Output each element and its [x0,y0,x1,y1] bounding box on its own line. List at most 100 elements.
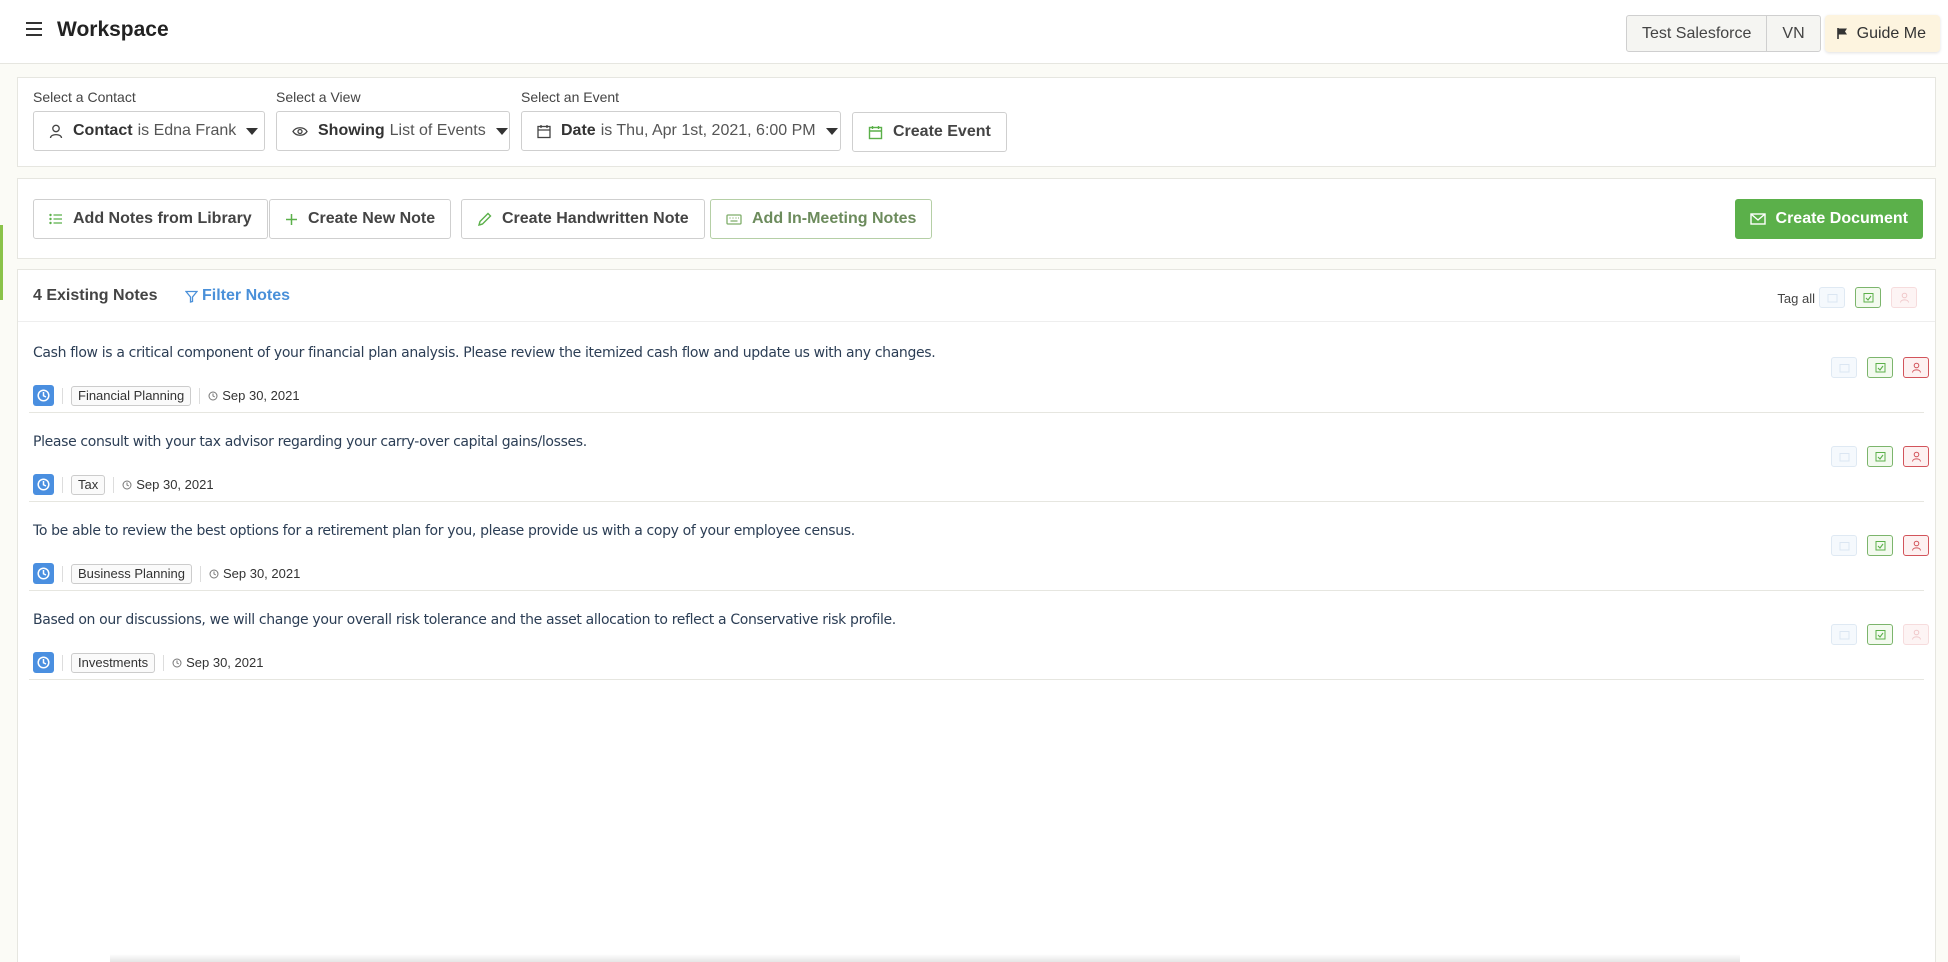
note-date-value: Sep 30, 2021 [222,566,301,581]
calendar-icon [537,124,551,138]
divider [199,387,201,404]
divider [199,565,201,582]
account-button-group: Test Salesforce VN [1626,15,1821,52]
add-in-meeting-notes-button[interactable]: Add In-Meeting Notes [710,199,933,239]
create-event-button[interactable]: Create Event [852,112,1007,152]
note-date: Sep 30, 2021 [209,566,300,581]
divider [113,476,115,493]
user-initials-button[interactable]: VN [1766,16,1819,51]
note-text: Based on our discussions, we will change… [33,612,896,628]
add-notes-from-library-label: Add Notes from Library [73,210,252,227]
guide-me-button[interactable]: Guide Me [1824,15,1940,52]
note-category-tag: Tax [71,474,106,495]
time-icon [209,569,219,578]
flag-icon [1836,28,1847,39]
notes-header: 4 Existing Notes Filter Notes Tag all [18,270,1935,322]
crm-button[interactable]: Test Salesforce [1627,16,1766,51]
chevron-down-icon [246,127,259,135]
note-blue-tag-button[interactable] [1831,535,1857,556]
note-blue-tag-button[interactable] [1831,446,1857,467]
funnel-icon [185,290,198,303]
note-meta: Financial Planning Sep 30, 2021 [33,385,300,406]
user-icon [1899,292,1909,303]
divider [62,476,63,493]
create-new-note-button[interactable]: Create New Note [269,199,452,239]
left-accent-bar [0,225,3,300]
view-selector-label: Select a View [276,89,361,105]
note-person-tag-button[interactable] [1903,446,1929,467]
divider [62,654,63,671]
list-icon [49,213,62,225]
create-document-button[interactable]: Create Document [1734,199,1923,239]
notes-count: 4 Existing Notes [33,287,158,304]
chevron-down-icon [825,127,838,135]
note-row[interactable]: Cash flow is a critical component of you… [29,324,1929,413]
clock-icon [33,563,54,584]
note-person-tag-button[interactable] [1903,357,1929,378]
filter-notes-link[interactable]: Filter Notes [185,287,290,305]
time-icon [208,391,218,400]
note-green-tag-button[interactable] [1867,624,1893,645]
pen-icon [477,212,492,226]
create-document-label: Create Document [1775,210,1908,227]
plus-icon [286,213,297,225]
eye-icon [292,126,308,136]
note-row[interactable]: Based on our discussions, we will change… [29,591,1929,680]
clock-icon [33,474,54,495]
note-green-tag-button[interactable] [1867,446,1893,467]
event-selector: Select an Event Date is Thu, Apr 1st, 20… [521,89,841,151]
event-selector-label: Select an Event [521,89,620,105]
note-date-value: Sep 30, 2021 [222,388,300,403]
event-key: Date [561,122,596,139]
note-date-value: Sep 30, 2021 [136,477,214,492]
note-green-tag-button[interactable] [1867,535,1893,556]
add-notes-from-library-button[interactable]: Add Notes from Library [33,199,268,239]
existing-notes-panel: 4 Existing Notes Filter Notes Tag all Ca… [17,269,1936,962]
contact-value: is Edna Frank [137,122,237,139]
calendar-check-icon [1863,293,1873,303]
view-value: List of Events [389,122,486,139]
view-key: Showing [318,122,385,139]
tag-all-red-button[interactable] [1891,287,1917,308]
contact-selector: Select a Contact Contact is Edna Frank [33,89,265,151]
note-green-tag-button[interactable] [1867,357,1893,378]
guide-me-label: Guide Me [1856,25,1926,42]
time-icon [122,480,132,489]
note-person-tag-button[interactable] [1903,535,1929,556]
divider [62,387,63,404]
divider [163,654,165,671]
create-new-note-label: Create New Note [308,210,436,227]
time-icon [172,658,182,667]
contact-dropdown[interactable]: Contact is Edna Frank [33,111,265,151]
note-text: To be able to review the best options fo… [33,523,855,539]
event-dropdown[interactable]: Date is Thu, Apr 1st, 2021, 6:00 PM [521,111,841,151]
note-person-tag-button[interactable] [1903,624,1929,645]
create-event-label: Create Event [893,123,991,140]
tag-all-blue-button[interactable] [1819,287,1845,308]
tag-all-green-button[interactable] [1855,287,1881,308]
note-row[interactable]: Please consult with your tax advisor reg… [29,413,1929,502]
divider [62,565,63,582]
filter-notes-label: Filter Notes [202,287,291,304]
note-text: Cash flow is a critical component of you… [33,345,936,361]
create-handwritten-note-label: Create Handwritten Note [502,210,689,227]
tag-all-label: Tag all [1777,291,1815,306]
note-meta: Business Planning Sep 30, 2021 [33,563,300,584]
page-title: Workspace [57,18,169,41]
clock-icon [33,385,54,406]
top-right-controls: Test Salesforce VN Guide Me [1626,15,1940,52]
note-date: Sep 30, 2021 [172,655,263,670]
note-blue-tag-button[interactable] [1831,624,1857,645]
calendar-icon [1827,293,1837,302]
create-handwritten-note-button[interactable]: Create Handwritten Note [461,199,705,239]
note-blue-tag-button[interactable] [1831,357,1857,378]
note-meta: Investments Sep 30, 2021 [33,652,263,673]
calendar-icon [868,125,883,139]
top-bar: Workspace Test Salesforce VN Guide Me [0,0,1948,64]
scroll-shadow [110,954,1740,962]
add-in-meeting-notes-label: Add In-Meeting Notes [752,210,917,227]
view-dropdown[interactable]: Showing List of Events [276,111,510,151]
note-date-value: Sep 30, 2021 [186,655,264,670]
note-row[interactable]: To be able to review the best options fo… [29,502,1929,591]
hamburger-icon[interactable] [26,22,42,38]
